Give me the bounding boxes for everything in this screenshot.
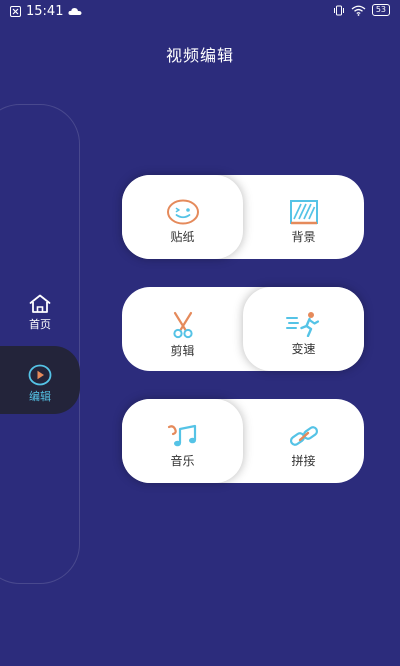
background-icon — [289, 200, 318, 225]
close-box-icon — [10, 6, 21, 17]
tool-label: 音乐 — [170, 454, 195, 468]
home-icon — [29, 294, 51, 313]
page-title: 视频编辑 — [165, 46, 234, 65]
scissors-icon — [172, 311, 193, 339]
sidebar-item-edit[interactable]: 编辑 — [0, 346, 80, 414]
tool-label: 拼接 — [291, 454, 316, 468]
sidebar-item-label: 首页 — [29, 318, 51, 331]
status-time: 15:41 — [26, 4, 64, 19]
tool-label: 贴纸 — [170, 230, 195, 244]
wifi-icon — [351, 5, 366, 16]
clip-button[interactable]: 剪辑 — [122, 287, 243, 371]
vibrate-icon — [333, 5, 344, 15]
running-person-icon — [285, 312, 319, 337]
sidebar — [0, 104, 80, 584]
splice-button[interactable]: 拼接 — [243, 399, 364, 483]
play-circle-icon — [28, 364, 52, 386]
status-bar: 15:41 53 — [0, 0, 400, 26]
tool-row-2: 剪辑 变速 — [122, 287, 364, 371]
tool-label: 剪辑 — [170, 344, 195, 358]
smiley-icon — [166, 199, 199, 225]
tool-row-1: 贴纸 背景 — [122, 175, 364, 259]
music-note-icon — [167, 424, 196, 447]
cloud-icon — [68, 8, 82, 15]
speed-button[interactable]: 变速 — [243, 287, 364, 371]
tool-label: 变速 — [291, 342, 316, 356]
tool-label: 背景 — [291, 230, 316, 244]
tool-row-3: 音乐 拼接 — [122, 399, 364, 483]
background-button[interactable]: 背景 — [243, 175, 364, 259]
sticker-button[interactable]: 贴纸 — [122, 175, 243, 259]
link-icon — [289, 426, 318, 446]
battery-indicator: 53 — [371, 4, 390, 16]
music-button[interactable]: 音乐 — [122, 399, 243, 483]
sidebar-item-label: 编辑 — [29, 390, 51, 403]
sidebar-item-home[interactable]: 首页 — [0, 294, 80, 332]
